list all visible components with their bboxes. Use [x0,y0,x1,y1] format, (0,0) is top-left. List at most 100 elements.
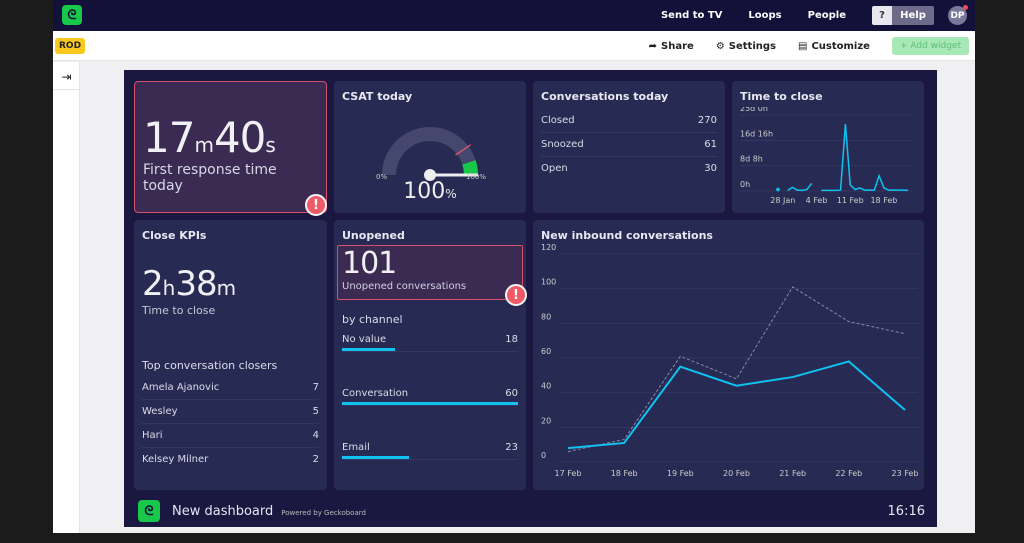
y-tick-label: 100 [541,278,556,287]
channel-row: No value 18 [342,334,518,352]
y-tick-label: 25d 0h [740,107,768,113]
item-value: 30 [704,163,717,174]
item-value: 7 [312,382,319,393]
channel-row: Conversation 60 [342,388,518,406]
y-tick-label: 80 [541,312,551,321]
geckoboard-logo[interactable]: ᘓ [62,5,82,25]
item-label: Amela Ajanovic [142,382,220,393]
item-value: 2 [312,454,319,465]
frt-label: First response time today [143,162,277,194]
dashboard-footer: ᘓ New dashboard Powered by Geckoboard 16… [124,495,937,527]
y-tick-label: 60 [541,347,551,356]
x-tick-label: 28 Jan [770,196,795,205]
avatar[interactable]: DP [948,5,968,25]
clock: 16:16 [887,503,925,519]
top-bar: ᘓ Send to TV Loops People ? Help DP [53,0,975,31]
widget-close-kpis[interactable]: Close KPIs 2h38m Time to close Top conve… [134,220,327,490]
channel-value: 60 [505,388,518,399]
inbound-chart: 0 20 40 60 80 100 120 17 Feb 18 Feb 19 Feb 20 Feb 2… [541,243,919,478]
x-tick-label: 4 Feb [806,196,828,205]
settings-label: Settings [728,40,776,52]
item-label: Wesley [142,406,178,417]
y-tick-label: 8d 8h [740,155,763,164]
widget-title: Conversations today [541,90,669,103]
alert-icon: ! [505,284,527,306]
widget-time-to-close[interactable]: Time to close 0h 8d 8h 16d 16h 25d 0h 28 Jan… [732,81,924,213]
list-item: Open 30 [541,157,717,180]
channel-bar [342,456,410,459]
share-button[interactable]: ➦ Share [649,41,694,52]
y-tick-label: 0h [740,180,750,189]
csat-value: 100% [403,179,457,204]
unopened-label: Unopened conversations [342,281,467,292]
data-point [776,187,780,192]
unopened-value: 101 [342,246,397,281]
share-icon: ➦ [648,40,658,52]
expand-sidebar-icon[interactable]: ⇥ [53,64,80,90]
widget-title: Unopened [342,229,405,242]
nav-people[interactable]: People [808,10,846,21]
dashboard-badge[interactable]: ROD [55,38,86,54]
x-tick-label: 20 Feb [723,469,750,478]
dashboard-name: New dashboard [172,503,274,519]
nav-loops[interactable]: Loops [748,10,781,21]
channel-bar [342,402,518,405]
geckoboard-logo: ᘓ [138,500,160,522]
dashboard-toolbar: ROD ➦ Share ⚙ Settings ▤ Customize + Add wi… [53,31,975,61]
help-label: Help [892,6,934,25]
time-to-close-chart: 0h 8d 8h 16d 16h 25d 0h 28 Jan 4 Feb 11 Feb 18 … [740,107,912,205]
x-tick-label: 19 Feb [667,469,694,478]
list-item: Snoozed 61 [541,133,717,157]
app-window: ᘓ Send to TV Loops People ? Help DP ROD ➦… [53,0,975,533]
customize-button[interactable]: ▤ Customize [798,41,870,52]
item-label: Hari [142,430,163,441]
frt-value: 17m40s [143,113,276,162]
channel-label: Conversation [342,388,409,399]
share-label: Share [661,40,694,52]
settings-button[interactable]: ⚙ Settings [716,41,776,52]
item-label: Open [541,163,568,174]
item-value: 270 [697,115,717,126]
widget-title: Time to close [740,90,823,103]
series-line [787,182,813,192]
item-label: Snoozed [541,139,584,150]
question-icon: ? [872,6,892,25]
list-item: Kelsey Milner 2 [142,448,319,471]
widget-first-response-time[interactable]: 17m40s First response time today ! [134,81,327,216]
list-item: Closed 270 [541,109,717,133]
widget-title: Close KPIs [142,229,207,242]
item-value: 61 [704,139,717,150]
widget-unopened[interactable]: Unopened 101 Unopened conversations ! by… [334,220,527,490]
series-line [821,124,909,192]
add-widget-button[interactable]: + Add widget [891,37,969,55]
item-value: 5 [312,406,319,417]
widget-csat[interactable]: CSAT today 0% 100% 100% [334,81,526,213]
channel-value: 23 [505,442,518,453]
by-channel-title: by channel [342,313,403,326]
series-line-solid [567,360,906,450]
item-label: Kelsey Milner [142,454,209,465]
close-time-label: Time to close [142,304,216,317]
widget-new-inbound[interactable]: New inbound conversations 0 20 40 60 80 100 12… [533,220,924,490]
widget-title: CSAT today [342,90,413,103]
y-tick-label: 16d 16h [740,129,773,138]
channel-bar [342,348,395,351]
list-item: Wesley 5 [142,400,319,424]
list-item: Hari 4 [142,424,319,448]
item-label: Closed [541,115,575,126]
closers-title: Top conversation closers [142,359,278,372]
powered-by: Powered by Geckoboard [281,508,366,517]
list-item: Amela Ajanovic 7 [142,376,319,400]
gear-icon: ⚙ [715,40,725,52]
item-value: 4 [312,430,319,441]
channel-value: 18 [505,334,518,345]
nav-send-to-tv[interactable]: Send to TV [661,10,722,21]
channel-label: Email [342,442,370,453]
x-tick-label: 17 Feb [555,469,582,478]
y-tick-label: 0 [541,451,546,460]
unopened-kpi: 101 Unopened conversations [337,245,523,300]
widget-conversations-today[interactable]: Conversations today Closed 270 Snoozed 61 Op… [533,81,725,213]
help-button[interactable]: ? Help [872,6,934,25]
y-tick-label: 120 [541,243,556,252]
x-tick-label: 23 Feb [892,469,919,478]
